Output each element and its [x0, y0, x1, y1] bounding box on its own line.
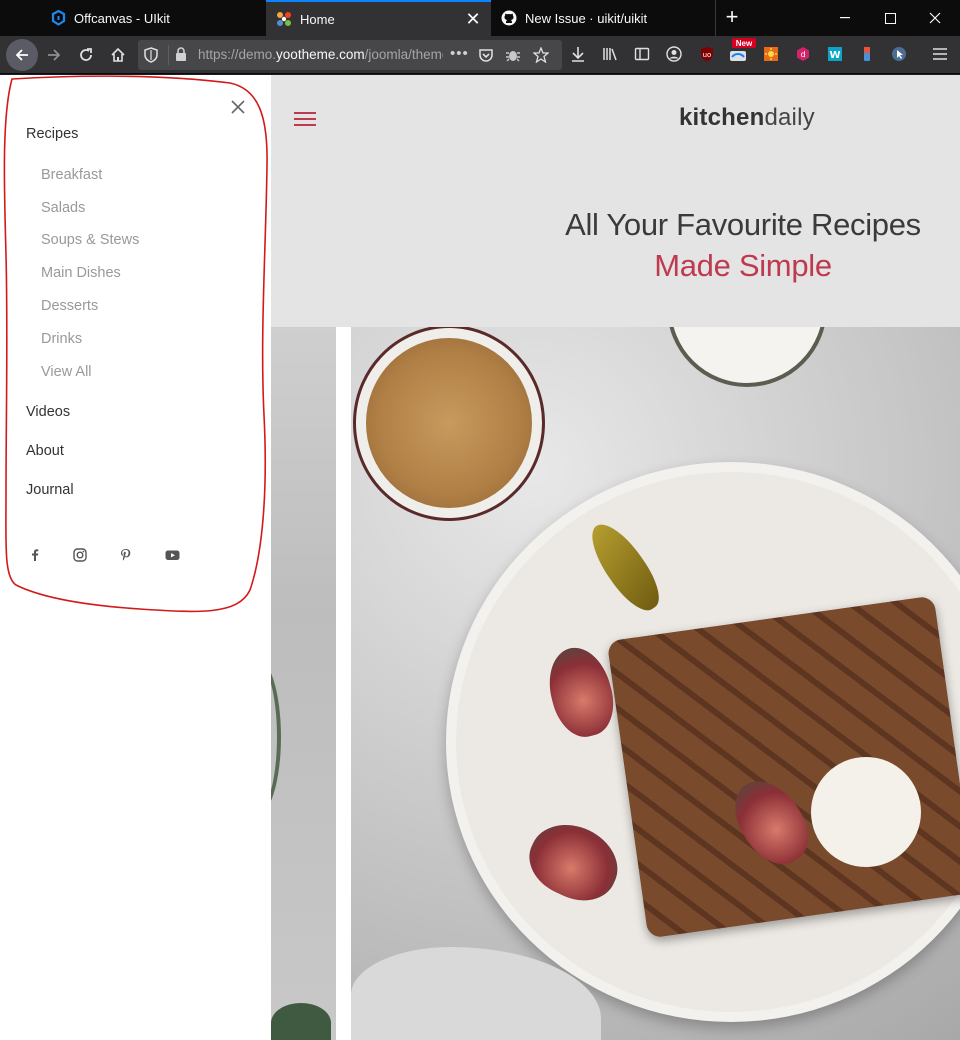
- github-icon: [501, 10, 517, 26]
- nav-sub-item[interactable]: Salads: [41, 200, 85, 216]
- tab-offcanvas-uikit[interactable]: Offcanvas - UIkit: [40, 0, 266, 36]
- cursor-extension-icon[interactable]: [890, 45, 908, 63]
- home-icon[interactable]: [104, 41, 132, 69]
- svg-text:W: W: [829, 50, 840, 61]
- close-icon[interactable]: [230, 99, 246, 115]
- account-icon[interactable]: [665, 45, 683, 63]
- web-page: kitchendaily All Your Favourite Recipes …: [0, 75, 960, 1040]
- nav-item-recipes[interactable]: Recipes: [26, 126, 78, 142]
- youtube-icon[interactable]: [165, 548, 180, 562]
- lock-icon[interactable]: [175, 47, 187, 67]
- uikit-icon: [50, 10, 66, 26]
- library-icon[interactable]: [601, 45, 619, 63]
- d-extension-icon[interactable]: d: [794, 45, 812, 63]
- ublock-icon[interactable]: uo: [698, 45, 716, 63]
- joomla-icon: [276, 11, 292, 27]
- back-arrow-icon[interactable]: [6, 39, 38, 71]
- offcanvas-panel: Recipes Breakfast Salads Soups & Stews M…: [0, 75, 271, 1040]
- tab-title: New Issue · uikit/uikit: [525, 10, 648, 26]
- url-divider: [168, 45, 169, 65]
- navigation-toolbar: https://demo.yootheme.com/joomla/themes/…: [0, 36, 960, 74]
- food-image-left: [231, 327, 336, 1040]
- tab-home[interactable]: Home ✕: [266, 0, 491, 36]
- nav-sub-item[interactable]: Desserts: [41, 298, 98, 314]
- bowl-shape: [271, 1003, 331, 1040]
- svg-text:uo: uo: [703, 51, 712, 59]
- menu-icon[interactable]: [931, 45, 949, 63]
- close-tab-icon[interactable]: ✕: [465, 10, 481, 28]
- coconut-bowl: [667, 327, 827, 387]
- tab-title: Offcanvas - UIkit: [74, 10, 170, 26]
- page-actions-icon[interactable]: •••: [450, 45, 469, 62]
- close-window-icon[interactable]: [912, 0, 958, 36]
- sun-extension-icon[interactable]: [762, 45, 780, 63]
- maximize-icon[interactable]: [867, 0, 913, 36]
- tab-new-issue[interactable]: New Issue · uikit/uikit: [491, 0, 716, 36]
- bookmark-star-icon[interactable]: [532, 46, 550, 68]
- sidebar-icon[interactable]: [633, 45, 651, 63]
- bug-icon[interactable]: [505, 47, 521, 68]
- nav-sub-item[interactable]: Drinks: [41, 331, 82, 347]
- new-tab-button[interactable]: +: [720, 6, 744, 30]
- nav-sub-item[interactable]: Breakfast: [41, 167, 102, 183]
- hamburger-menu-icon[interactable]: [294, 112, 316, 128]
- reload-icon[interactable]: [72, 41, 100, 69]
- site-logo[interactable]: kitchendaily: [679, 104, 815, 132]
- site-header: kitchendaily: [271, 75, 960, 165]
- forward-arrow-icon[interactable]: [40, 41, 68, 69]
- hero-subheading: Made Simple: [654, 248, 832, 283]
- nav-item-videos[interactable]: Videos: [26, 404, 70, 420]
- download-icon[interactable]: [569, 45, 587, 63]
- pine-nut-bowl: [353, 327, 545, 521]
- browser-window: Offcanvas - UIkit Home ✕ New Issue · uik…: [0, 0, 960, 1040]
- svg-text:d: d: [800, 50, 805, 59]
- new-badge: New: [732, 38, 756, 48]
- nav-sub-item[interactable]: Soups & Stews: [41, 232, 139, 248]
- hero-heading: All Your Favourite Recipes: [565, 207, 921, 242]
- waffle-food-image: [351, 327, 960, 1040]
- cream-shape: [811, 757, 921, 867]
- battery-extension-icon[interactable]: [858, 45, 876, 63]
- nav-sub-item[interactable]: Main Dishes: [41, 265, 121, 281]
- nav-item-about[interactable]: About: [26, 443, 64, 459]
- nav-sub-item[interactable]: View All: [41, 364, 92, 380]
- pinterest-icon[interactable]: [119, 548, 133, 562]
- instagram-icon[interactable]: [73, 548, 87, 562]
- minimize-icon[interactable]: [822, 0, 868, 36]
- tracking-protection-icon[interactable]: [144, 47, 158, 68]
- tab-title: Home: [300, 11, 335, 27]
- hero-section: All Your Favourite Recipes Made Simple: [271, 165, 960, 327]
- url-text[interactable]: https://demo.yootheme.com/joomla/themes/…: [198, 47, 443, 62]
- nav-item-journal[interactable]: Journal: [26, 482, 74, 498]
- facebook-icon[interactable]: [28, 548, 42, 562]
- waffle-shape: [606, 595, 960, 939]
- tab-strip: Offcanvas - UIkit Home ✕ New Issue · uik…: [0, 0, 960, 36]
- w-extension-icon[interactable]: W: [826, 45, 844, 63]
- pocket-icon[interactable]: [478, 47, 494, 68]
- url-bar[interactable]: https://demo.yootheme.com/joomla/themes/…: [138, 40, 562, 70]
